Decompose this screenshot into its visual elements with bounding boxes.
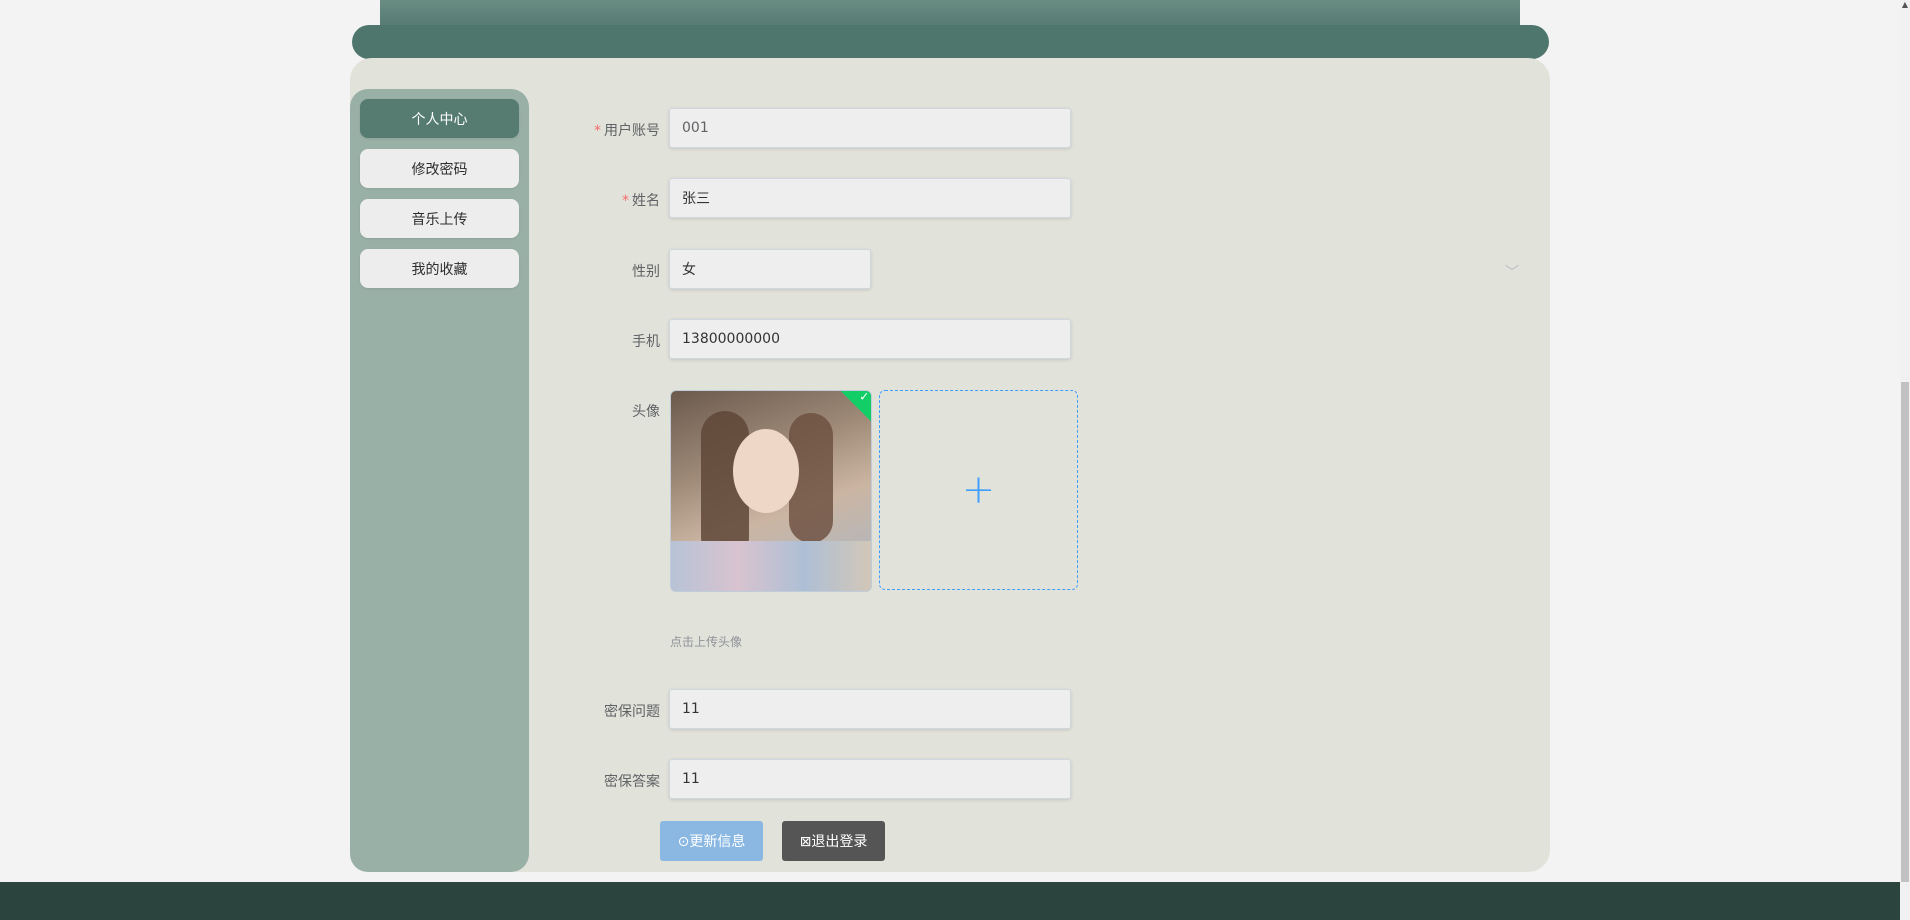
chevron-down-icon[interactable]: ﹀ [1505, 262, 1519, 282]
account-label: * 用户账号 [490, 120, 660, 140]
avatar-upload-button[interactable]: + [879, 390, 1078, 590]
account-label-text: 用户账号 [604, 123, 660, 139]
avatar-upload-hint: 点击上传头像 [670, 635, 743, 649]
header-band [352, 25, 1549, 59]
required-mark: * [594, 123, 601, 139]
avatar-image[interactable]: ✓ [670, 390, 872, 592]
plus-icon: + [961, 467, 996, 513]
security-answer-label: 密保答案 [604, 774, 660, 790]
footer [0, 882, 1900, 920]
sidebar-item-change-password[interactable]: 修改密码 [360, 149, 519, 188]
security-question-label: 密保问题 [604, 704, 660, 720]
security-question-input[interactable] [669, 689, 1071, 729]
gender-label: 性别 [632, 264, 660, 280]
name-label: * 姓名 [490, 190, 660, 210]
required-mark: * [622, 193, 629, 209]
name-input[interactable] [669, 178, 1071, 218]
upload-success-badge: ✓ [839, 390, 871, 423]
account-input[interactable] [669, 108, 1071, 148]
avatar-face [733, 429, 799, 513]
phone-input[interactable] [669, 319, 1071, 359]
security-answer-input[interactable] [669, 759, 1071, 799]
name-label-text: 姓名 [632, 193, 660, 209]
scrollbar-thumb[interactable] [1901, 382, 1909, 882]
phone-label: 手机 [632, 334, 660, 350]
scroll-up-arrow-icon[interactable]: ▲ [1900, 0, 1910, 12]
update-info-button[interactable]: ⊙更新信息 [660, 821, 763, 861]
gender-select[interactable] [669, 249, 871, 289]
avatar-label: 头像 [632, 404, 660, 420]
check-icon: ✓ [859, 390, 870, 404]
avatar-dress [671, 541, 871, 591]
logout-button[interactable]: ⊠退出登录 [782, 821, 885, 861]
